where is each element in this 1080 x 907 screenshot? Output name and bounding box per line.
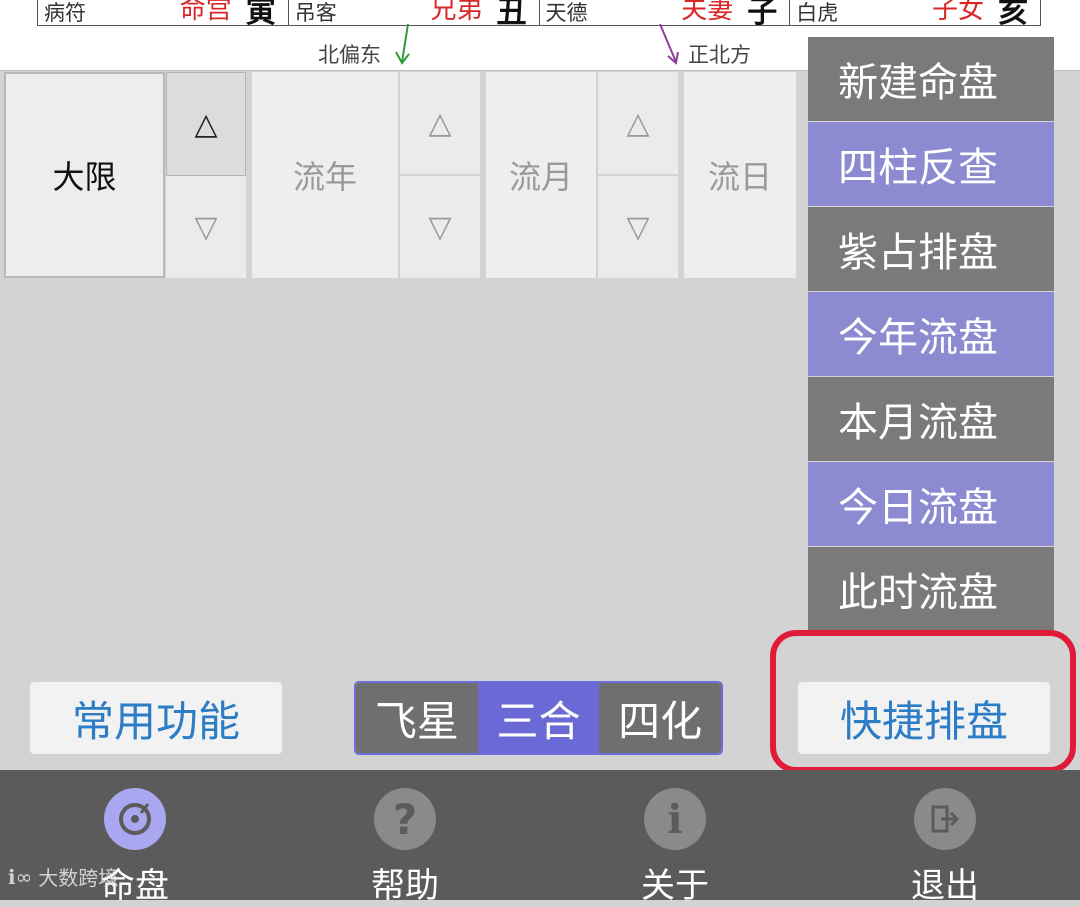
tab-about[interactable]: i 关于 [540,770,810,906]
tab-bar: 命盘 ? 帮助 i 关于 退出 [0,770,1080,906]
segment-feixing[interactable]: 飞星 [356,683,478,753]
daxian-stepper: △ ▽ [166,72,246,278]
palace-star: 病符 [44,1,86,25]
segment-sihua[interactable]: 四化 [599,683,721,753]
liuyue-stepper: △ ▽ [598,72,678,278]
liuyue-up-button[interactable]: △ [598,72,678,176]
mode-segmented-control: 飞星 三合 四化 [354,681,723,755]
green-arrow-icon [395,23,410,65]
palace-name: 命宫 [179,0,232,25]
palace-name: 兄弟 [430,0,483,25]
liuri-button[interactable]: 流日 [684,72,796,278]
liunian-stepper: △ ▽ [400,72,480,278]
menu-item-ziwei-divination[interactable]: 紫占排盘 [808,207,1054,291]
palace-name: 夫妻 [681,0,734,25]
menu-item-new-chart[interactable]: 新建命盘 [808,37,1054,121]
palace-branch: 寅 [245,0,276,30]
liunian-down-button[interactable]: ▽ [400,176,480,278]
watermark-logo-icon: ℹ∞ [8,864,33,889]
exit-icon [914,788,976,850]
direction-label-right: 正北方 [688,43,751,67]
daxian-button[interactable]: 大限 [4,72,165,278]
info-icon: i [644,788,706,850]
palace-branch: 子 [747,0,778,30]
common-functions-button[interactable]: 常用功能 [30,682,282,754]
segment-sanhe[interactable]: 三合 [477,683,600,753]
palace-row: 病符 命宫 寅 吊客 兄弟 丑 天德 夫妻 子 白虎 子女 亥 [37,0,1041,30]
palace-star: 吊客 [294,1,337,25]
menu-item-this-month[interactable]: 本月流盘 [808,377,1054,461]
palace-cell[interactable]: 病符 命宫 寅 [38,0,289,30]
daxian-down-button[interactable]: ▽ [166,176,246,278]
direction-label-left: 北偏东 [318,43,381,67]
liuyue-button[interactable]: 流月 [486,72,596,278]
menu-item-reverse-lookup[interactable]: 四柱反查 [808,122,1054,206]
palace-cell[interactable]: 白虎 子女 亥 [790,0,1040,30]
menu-item-this-year[interactable]: 今年流盘 [808,292,1054,376]
disc-icon [104,788,166,850]
liunian-up-button[interactable]: △ [400,72,480,176]
watermark-text: 大数跨境 [38,866,119,890]
watermark: ℹ∞ 大数跨境 [8,862,118,891]
purple-arrow-icon [659,23,679,65]
palace-branch: 丑 [496,0,527,30]
palace-cell[interactable]: 吊客 兄弟 丑 [289,0,540,30]
menu-item-today[interactable]: 今日流盘 [808,462,1054,546]
liuyue-down-button[interactable]: ▽ [598,176,678,278]
menu-item-this-hour[interactable]: 此时流盘 [808,547,1054,631]
palace-star: 白虎 [796,1,839,25]
palace-branch: 亥 [998,0,1028,30]
liunian-button[interactable]: 流年 [252,72,398,278]
quick-chart-menu: 新建命盘 四柱反查 紫占排盘 今年流盘 本月流盘 今日流盘 此时流盘 [808,37,1054,632]
tab-exit[interactable]: 退出 [810,770,1080,906]
question-icon: ? [374,788,436,850]
tab-help[interactable]: ? 帮助 [270,770,540,906]
daxian-up-button[interactable]: △ [166,72,246,176]
highlight-annotation [770,630,1076,773]
palace-star: 天德 [545,1,588,25]
palace-name: 子女 [931,0,984,25]
